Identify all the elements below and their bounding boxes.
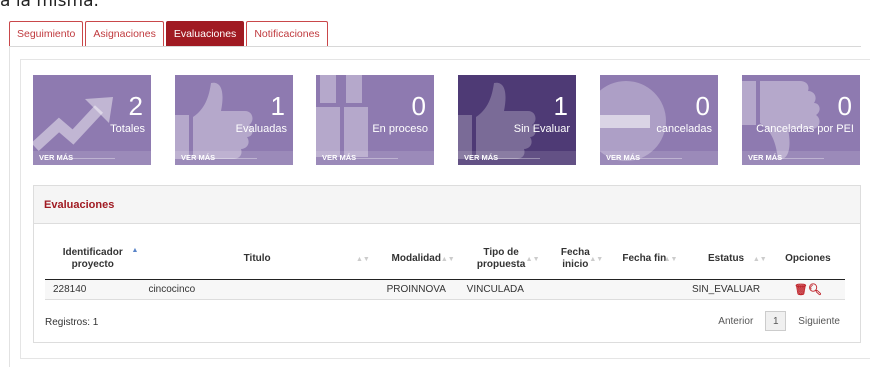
- tile-totales[interactable]: 2 Totales VER MÁS: [33, 75, 151, 165]
- sort-icon: ▲▼: [589, 256, 604, 263]
- table-row: 228140 cincocinco PROINNOVA VINCULADA SI…: [45, 279, 845, 300]
- sort-icon: ▲▼: [355, 256, 370, 263]
- tile-count: 2: [128, 91, 143, 121]
- evaluaciones-table: Identificador proyecto ▲ Titulo ▲▼ Modalid…: [45, 239, 845, 300]
- cell-opciones: 🗑🔍︎: [770, 279, 845, 300]
- ver-mas-link[interactable]: VER MÁS: [33, 151, 151, 165]
- cell-fin: [607, 279, 682, 300]
- tile-label: canceladas: [656, 123, 712, 135]
- tile-label: Canceladas por PEI: [756, 123, 854, 135]
- tab-seguimiento[interactable]: Seguimiento: [9, 21, 84, 46]
- ver-mas-link[interactable]: VER MÁS: [175, 151, 293, 165]
- tile-label: Totales: [110, 123, 145, 135]
- ver-mas-link[interactable]: VER MÁS: [600, 151, 718, 165]
- cell-estatus: SIN_EVALUAR: [681, 279, 771, 300]
- tile-count: 1: [270, 91, 285, 121]
- tile-count: 0: [695, 91, 710, 121]
- cell-id: 228140: [45, 279, 141, 300]
- panel-title: Evaluaciones: [34, 186, 860, 224]
- cell-titulo: cincocinco: [140, 279, 374, 300]
- tile-canceladas-pei[interactable]: 0 Canceladas por PEI VER MÁS: [742, 75, 860, 165]
- column-header[interactable]: Fecha fin ▲▼: [607, 239, 682, 280]
- sort-ascending-icon: ▲: [131, 247, 139, 254]
- cell-inicio: [543, 279, 608, 300]
- ver-mas-link[interactable]: VER MÁS: [742, 151, 860, 165]
- sort-icon: ▲▼: [752, 256, 767, 263]
- tab-evaluaciones[interactable]: Evaluaciones: [165, 21, 245, 46]
- tile-evaluadas[interactable]: 1 Evaluadas VER MÁS: [175, 75, 293, 165]
- tile-count: 1: [553, 91, 568, 121]
- tile-label: Evaluadas: [235, 123, 287, 135]
- registros-count: Registros: 1: [45, 317, 99, 328]
- column-header[interactable]: Modalidad ▲▼: [373, 239, 459, 280]
- cell-tipo: VINCULADA: [458, 279, 544, 300]
- sort-icon: ▲▼: [525, 256, 540, 263]
- pager-page[interactable]: 1: [765, 311, 787, 331]
- column-header[interactable]: Tipo de propuesta ▲▼: [458, 239, 544, 280]
- column-header[interactable]: Fecha inicio ▲▼: [543, 239, 608, 280]
- search-icon[interactable]: 🔍︎: [808, 284, 822, 296]
- column-header: Opciones: [770, 239, 845, 280]
- tile-canceladas[interactable]: 0 canceladas VER MÁS: [600, 75, 718, 165]
- ver-mas-link[interactable]: VER MÁS: [458, 151, 576, 165]
- tab-bar: Seguimiento Asignaciones Evaluaciones No…: [9, 21, 330, 46]
- tile-count: 0: [411, 91, 426, 121]
- sort-icon: ▲▼: [440, 256, 455, 263]
- pager-next[interactable]: Siguiente: [798, 316, 840, 327]
- tile-sin-evaluar[interactable]: 1 Sin Evaluar VER MÁS: [458, 75, 576, 165]
- column-header[interactable]: Estatus ▲▼: [681, 239, 771, 280]
- page-text-fragment: a la misma.: [0, 0, 99, 11]
- tab-notificaciones[interactable]: Notificaciones: [246, 21, 328, 46]
- column-header[interactable]: Identificador proyecto ▲: [45, 239, 141, 280]
- sort-icon: ▲▼: [663, 256, 678, 263]
- tile-label: En proceso: [372, 123, 428, 135]
- tile-en-proceso[interactable]: 0 En proceso VER MÁS: [316, 75, 434, 165]
- ver-mas-link[interactable]: VER MÁS: [316, 151, 434, 165]
- cell-modalidad: PROINNOVA: [373, 279, 459, 300]
- tile-label: Sin Evaluar: [513, 123, 570, 135]
- trash-icon[interactable]: 🗑: [794, 284, 808, 296]
- pagination: Anterior 1 Siguiente: [718, 311, 840, 331]
- column-header[interactable]: Titulo ▲▼: [140, 239, 374, 280]
- tile-count: 0: [837, 91, 852, 121]
- pager-previous[interactable]: Anterior: [718, 316, 753, 327]
- tab-asignaciones[interactable]: Asignaciones: [85, 21, 164, 46]
